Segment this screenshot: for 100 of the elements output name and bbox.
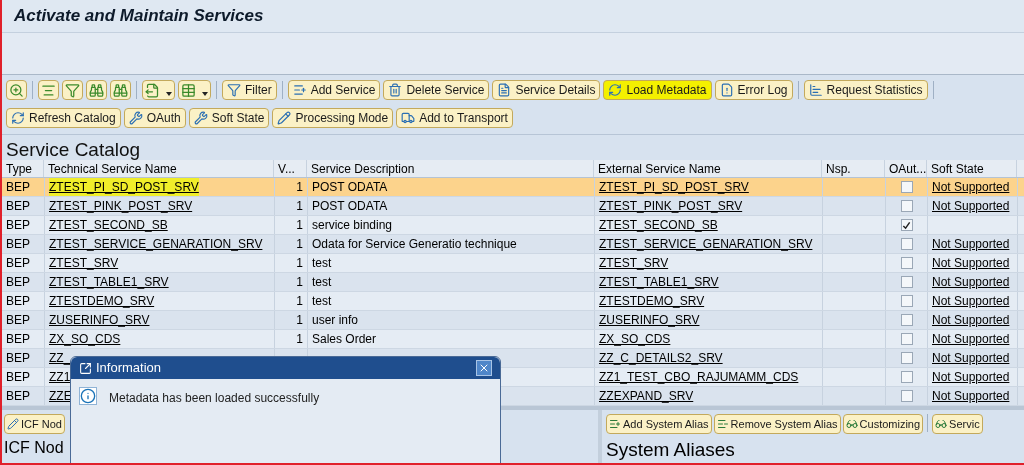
service-link[interactable]: ZZ1 [49,368,71,386]
column-header[interactable]: External Service Name [594,160,822,177]
table-cell-text: BEP [6,331,30,348]
checkbox[interactable] [900,352,913,364]
soft-state-link[interactable]: Not Supported [932,178,1010,196]
service-link[interactable]: ZTEST_SERVICE_GENARATION_SRV [599,235,813,253]
table-row[interactable]: BEP ZTEST_SECOND_SB 1 service binding ZTEST_SECOND_SB [2,216,1024,235]
soft-state-link[interactable]: Not Supported [932,273,1010,291]
service-link[interactable]: ZTEST_PINK_POST_SRV [599,197,743,215]
table-row[interactable]: BEP ZX_SO_CDS 1 Sales Order ZX_SO_CDS Not Supported [2,330,1024,349]
service-link[interactable]: ZTEST_SRV [49,254,119,272]
toolbar-button[interactable]: Request Statistics [803,80,928,100]
service-link[interactable]: ZUSERINFO_SRV [49,311,150,329]
checkbox[interactable] [900,257,913,269]
checkbox[interactable] [900,200,913,212]
toolbar-button[interactable]: Delete Service [383,80,490,100]
service-link[interactable]: ZTEST_SECOND_SB [599,216,718,234]
soft-state-link[interactable]: Not Supported [932,197,1010,215]
soft-state-link[interactable]: Not Supported [932,368,1010,386]
soft-state-link[interactable]: Not Supported [932,387,1010,405]
column-header[interactable]: Service Description [307,160,594,177]
toolbar-button[interactable]: Add Service [287,80,381,100]
toolbar-button[interactable]: OAuth [123,108,186,128]
service-link[interactable]: ZTEST_SERVICE_GENARATION_SRV [49,235,263,253]
checkbox[interactable] [900,314,913,326]
table-row[interactable]: BEP ZTESTDEMO_SRV 1 test ZTESTDEMO_SRV Not Supported [2,292,1024,311]
toolbar-button[interactable]: Customizing [842,414,924,434]
service-link[interactable]: ZTEST_TABLE1_SRV [49,273,169,291]
service-link[interactable]: ZTEST_PI_SD_POST_SRV [49,178,199,196]
service-link[interactable]: ZZEXPAND_SRV [599,387,694,405]
soft-state-link[interactable]: Not Supported [932,292,1010,310]
table-cell-text: BEP [6,388,30,405]
service-link[interactable]: ZX_SO_CDS [599,330,671,348]
column-header[interactable]: Soft State [927,160,1017,177]
align-icon [41,82,56,98]
window-icon [79,361,92,375]
service-link[interactable]: ZX_SO_CDS [49,330,121,348]
service-link[interactable]: ZZ_C_DETAILS2_SRV [599,349,723,367]
table-row[interactable]: BEP ZTEST_TABLE1_SRV 1 test ZTEST_TABLE1_SRV Not Supported [2,273,1024,292]
service-link[interactable]: ZTEST_SECOND_SB [49,216,168,234]
checkbox[interactable] [900,238,913,250]
toolbar-button[interactable]: Processing Mode [272,108,394,128]
column-header[interactable]: Technical Service Name [44,160,274,177]
checkbox[interactable] [900,333,913,345]
icon-button[interactable] [62,80,83,100]
toolbar-button[interactable]: Add to Transport [396,108,513,128]
toolbar-button[interactable]: Service Details [492,80,601,100]
icon-button[interactable] [86,80,107,100]
checkbox[interactable] [900,295,913,307]
section-heading: System Aliases [606,440,736,459]
icon-button[interactable] [110,80,131,100]
table-row[interactable]: BEP ZTEST_PI_SD_POST_SRV 1 POST ODATA ZTEST_PI_SD_POST_SRV Not Supported [2,178,1024,197]
list-minus-icon [716,418,729,430]
soft-state-link[interactable]: Not Supported [932,235,1010,253]
column-header[interactable]: Nsp. [822,160,885,177]
service-link[interactable]: ZTEST_SRV [599,254,669,272]
service-link[interactable]: ZTEST_TABLE1_SRV [599,273,719,291]
toolbar-button[interactable]: Load Metadata [603,80,712,100]
service-link[interactable]: ZZE [49,387,72,405]
close-button[interactable] [476,360,492,376]
toolbar-button[interactable]: Error Log [714,80,793,100]
toolbar-button[interactable]: ICF Nod [4,414,65,434]
column-header[interactable]: Type [2,160,44,177]
table-row[interactable]: BEP ZTEST_SERVICE_GENARATION_SRV 1 Odata for Service Generatio technique ZTEST_SERVICE_GENARATION_SRV Not Supported [2,235,1024,254]
checkbox[interactable] [900,371,913,383]
service-link[interactable]: ZTESTDEMO_SRV [599,292,705,310]
service-link[interactable]: ZTEST_PINK_POST_SRV [49,197,193,215]
service-link[interactable]: ZTESTDEMO_SRV [49,292,155,310]
toolbar-button[interactable]: Remove System Alias [713,414,841,434]
toolbar-button[interactable]: Refresh Catalog [6,108,121,128]
toolbar-button[interactable]: Add System Alias [606,414,712,434]
table-row[interactable]: BEP ZTEST_SRV 1 test ZTEST_SRV Not Supported [2,254,1024,273]
table-row[interactable]: BEP ZTEST_PINK_POST_SRV 1 POST ODATA ZTEST_PINK_POST_SRV Not Supported [2,197,1024,216]
service-link[interactable]: ZTEST_PI_SD_POST_SRV [599,178,749,196]
checkbox[interactable] [900,276,913,288]
toolbar-button[interactable]: Servic [932,414,983,434]
checkbox[interactable] [900,181,913,193]
table-cell-text: 1 [296,293,303,310]
column-header[interactable]: V... [274,160,307,177]
soft-state-link[interactable]: Not Supported [932,349,1010,367]
checkbox[interactable] [900,219,913,231]
checkbox[interactable] [900,390,913,402]
soft-state-link[interactable]: Not Supported [932,254,1010,272]
table-cell-text: test [312,274,332,291]
service-link[interactable]: ZUSERINFO_SRV [599,311,700,329]
column-header[interactable]: OAut... [885,160,927,177]
menu-icon-button[interactable] [178,80,211,100]
toolbar-button[interactable]: Soft State [188,108,270,128]
table-row[interactable]: BEP ZUSERINFO_SRV 1 user info ZUSERINFO_SRV Not Supported [2,311,1024,330]
wrench-icon [193,111,208,125]
service-link[interactable]: ZZ1_TEST_CBO_RAJUMAMM_CDS [599,368,799,386]
menu-icon-button[interactable] [142,80,175,100]
soft-state-link[interactable]: Not Supported [932,311,1010,329]
toolbar-button[interactable]: Filter [222,80,277,100]
funnel-icon [65,82,80,98]
service-link[interactable]: ZZ_ [49,349,71,367]
glasses-icon [935,418,948,430]
icon-button[interactable] [6,80,27,100]
soft-state-link[interactable]: Not Supported [932,330,1010,348]
icon-button[interactable] [38,80,59,100]
